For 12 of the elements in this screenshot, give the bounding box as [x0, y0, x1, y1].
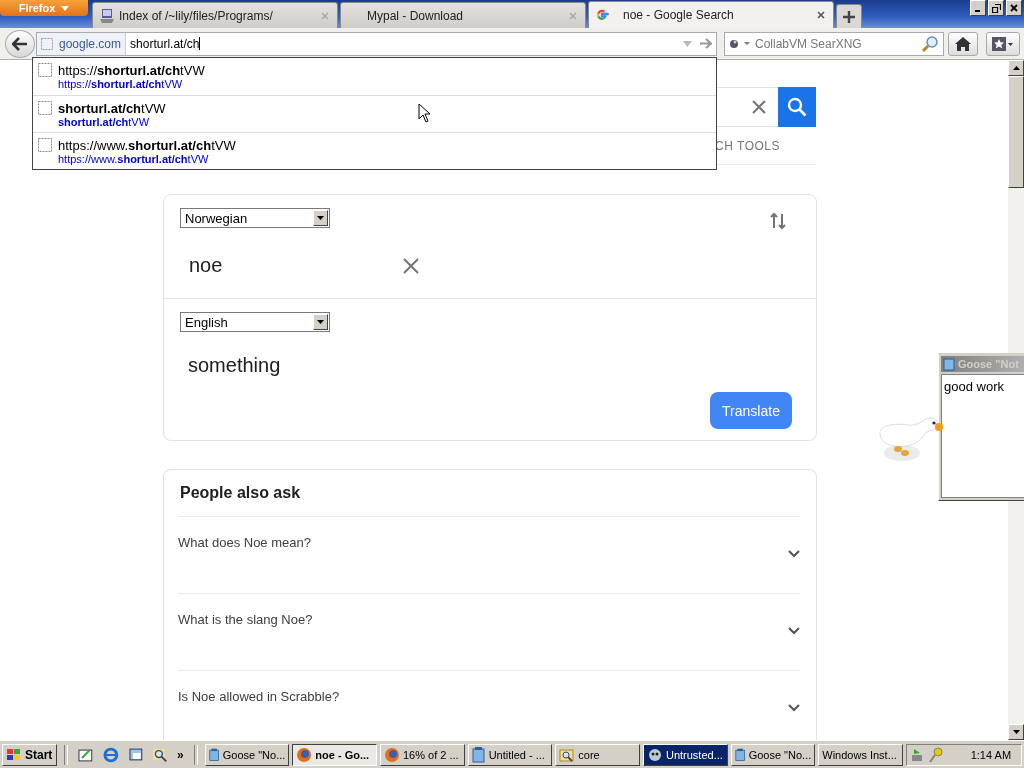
suggestion-url: shorturl.at/chtVW	[58, 116, 150, 128]
url-text: shorturl.at/ch	[130, 36, 200, 51]
suggestion-title: https://shorturl.at/chtVW	[58, 63, 205, 78]
clock: 1:14 AM	[970, 748, 1013, 761]
suggestion-url: https://shorturl.at/chtVW	[58, 78, 183, 90]
source-text: noe	[189, 253, 223, 278]
section-heading: People also ask	[180, 484, 302, 503]
suggestion-title: shorturl.at/chtVW	[58, 101, 166, 116]
note-text: good work	[944, 379, 1004, 394]
suggestion-url: https://www.shorturl.at/chtVW	[58, 153, 209, 165]
suggestion-title: https://www.shorturl.at/chtVW	[58, 138, 236, 153]
translation-text: something	[187, 354, 282, 377]
